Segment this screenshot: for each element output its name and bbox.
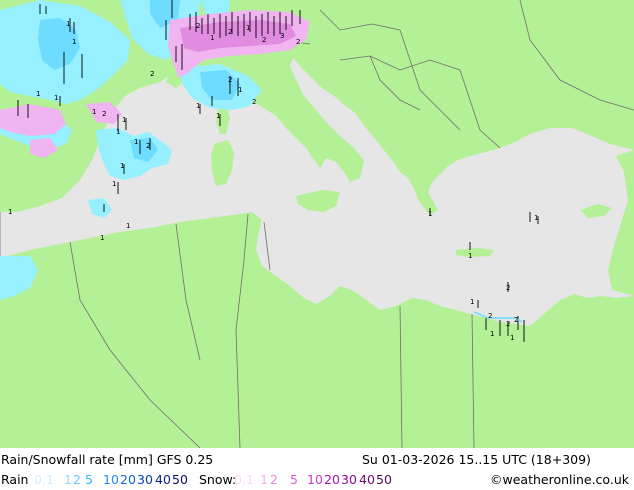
snow-legend-item-0-1: 0.1 [234,472,254,487]
svg-text:1: 1 [428,210,432,218]
svg-text:1: 1 [216,112,220,120]
svg-text:1: 1 [126,222,130,230]
svg-text:1: 1 [92,108,96,116]
svg-text:3: 3 [280,32,284,40]
rain-legend-item-0-1: 0.1 [34,472,54,487]
svg-text:1: 1 [134,138,138,146]
svg-text:2: 2 [262,36,266,44]
svg-text:1: 1 [122,116,126,124]
snow-legend-item-10: 10 [307,472,323,487]
svg-text:2: 2 [102,110,106,118]
svg-text:2: 2 [514,316,518,324]
svg-text:1: 1 [100,234,104,242]
snow-legend-item-30: 30 [341,472,357,487]
svg-text:1: 1 [490,330,494,338]
svg-text:1: 1 [534,214,538,222]
map-datetime: Su 01-03-2026 15..15 UTC (18+309) [362,452,591,467]
svg-text:2: 2 [506,320,510,328]
rain-legend-item-20: 20 [120,472,136,487]
precipitation-map: 111 1 1 211 1 211 111 212 1 2 322 2111 2112 1… [0,0,634,448]
svg-text:1: 1 [210,34,214,42]
footer-title-row: Rain/Snowfall rate [mm] GFS 0.25 Su 01-0… [0,450,634,470]
svg-text:1: 1 [510,334,514,342]
rain-legend-item-10: 10 [103,472,119,487]
footer-legend-row: Rain 0.1 1 2 5 10 20 30 40 50 Snow: 0.1 1 2 5 10 20 30… [0,470,634,490]
svg-text:2: 2 [196,22,200,30]
svg-text:1: 1 [54,94,58,102]
snow-legend-item-1: 1 [260,472,268,487]
map-title: Rain/Snowfall rate [mm] GFS 0.25 [1,452,214,467]
svg-text:2: 2 [150,70,154,78]
rain-legend-item-50: 50 [172,472,188,487]
svg-text:1: 1 [468,252,472,260]
snow-label: Snow: [199,472,237,487]
svg-text:1: 1 [116,128,120,136]
svg-text:2: 2 [488,312,492,320]
snow-legend-item-40: 40 [359,472,375,487]
svg-text:1: 1 [246,24,250,32]
svg-text:1: 1 [196,102,200,110]
snow-legend-item-2: 2 [270,472,278,487]
rain-legend-item-2: 2 [73,472,81,487]
svg-text:2: 2 [228,28,232,36]
svg-text:1: 1 [36,90,40,98]
rain-legend-item-5: 5 [85,472,93,487]
svg-text:2: 2 [506,284,510,292]
snow-legend-item-20: 20 [324,472,340,487]
svg-text:1: 1 [112,180,116,188]
svg-text:2: 2 [252,98,256,106]
svg-text:1: 1 [120,162,124,170]
svg-text:2: 2 [296,38,300,46]
svg-text:2: 2 [228,76,232,84]
svg-text:1: 1 [72,38,76,46]
snow-legend-item-50: 50 [376,472,392,487]
svg-text:1: 1 [8,208,12,216]
svg-text:2: 2 [146,142,150,150]
rain-legend-item-40: 40 [155,472,171,487]
credit-link[interactable]: ©weatheronline.co.uk [490,472,629,487]
rain-legend-item-30: 30 [137,472,153,487]
svg-text:1: 1 [66,20,70,28]
rain-legend-item-1: 1 [64,472,72,487]
snow-legend-item-5: 5 [290,472,298,487]
svg-text:1: 1 [238,86,242,94]
svg-text:1: 1 [470,298,474,306]
rain-label: Rain [1,472,29,487]
